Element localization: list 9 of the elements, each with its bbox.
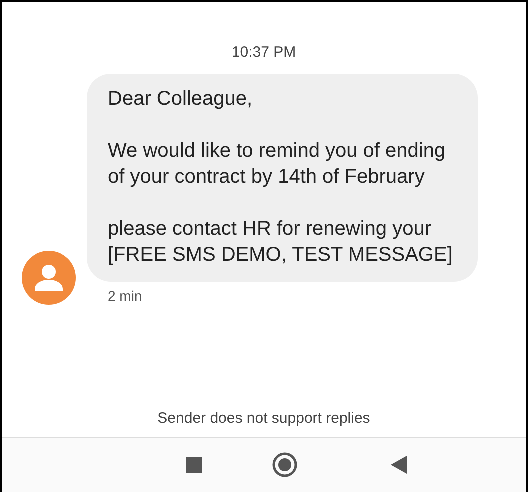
timestamp: 10:37 PM	[230, 44, 298, 61]
message-text: Dear Colleague,	[108, 87, 254, 112]
message-text: please contact HR for renewing your [FREE SMS DEMO, TEST MESSAGE]	[108, 217, 454, 268]
back-icon[interactable]	[391, 456, 407, 474]
notice-text: Sender does not support replies	[156, 410, 372, 429]
message-text: We would like to remind you of ending of your contract by 14th of February	[108, 139, 447, 190]
message-age: 2 min	[108, 288, 144, 304]
home-icon[interactable]	[272, 452, 298, 478]
avatar-icon	[22, 251, 76, 305]
